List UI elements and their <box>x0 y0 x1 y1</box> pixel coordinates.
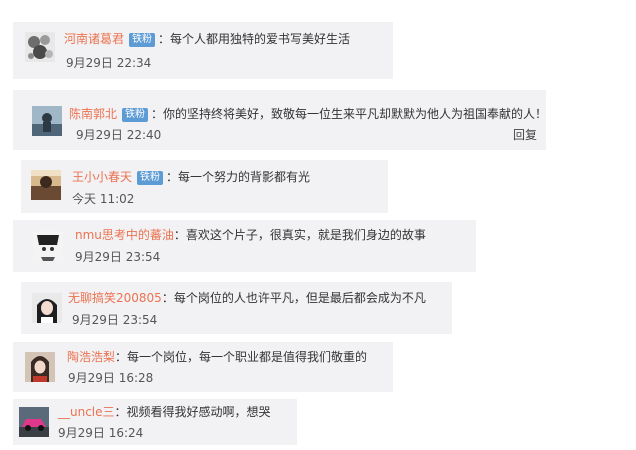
avatar[interactable] <box>33 231 63 261</box>
username-link[interactable]: 王小小春天 <box>72 170 132 184</box>
avatar[interactable] <box>19 407 49 437</box>
avatar[interactable] <box>25 352 55 382</box>
fan-badge[interactable]: 铁粉 <box>122 108 149 122</box>
comment-line: __uncle三：视频看得我好感动啊，想哭 <box>58 404 271 420</box>
avatar-silhouette-icon <box>32 106 62 136</box>
username-link[interactable]: nmu思考中的蕃油 <box>75 228 174 242</box>
comment-time: 9月29日 16:28 <box>68 371 154 385</box>
username-link[interactable]: __uncle三 <box>58 405 115 419</box>
avatar-floral-icon <box>25 32 55 62</box>
avatar-manga-icon <box>33 231 63 261</box>
comment-card: 陈南郭北 铁粉 ：你的坚持终将美好，致敬每一位生来平凡却默默为他人为祖国奉献的人！ … <box>13 90 547 150</box>
avatar-portrait-icon <box>25 352 55 382</box>
avatar-car-icon <box>19 407 49 437</box>
colon: ： <box>151 107 164 121</box>
username-link[interactable]: 河南诸葛君 <box>64 32 124 46</box>
comment-time: 9月29日 22:34 <box>66 56 152 70</box>
comment-line: nmu思考中的蕃油：喜欢这个片子，很真实，就是我们身边的故事 <box>75 227 426 243</box>
fan-badge[interactable]: 铁粉 <box>129 33 156 47</box>
colon: ： <box>161 291 174 305</box>
colon: ： <box>166 170 179 184</box>
avatar[interactable] <box>32 293 62 323</box>
comment-text: 每一个努力的背影都有光 <box>178 170 311 184</box>
comment-line: 陈南郭北 铁粉 ：你的坚持终将美好，致敬每一位生来平凡却默默为他人为祖国奉献的人！ <box>69 106 547 122</box>
username-link[interactable]: 无聊搞笑200805 <box>68 291 162 305</box>
avatar[interactable] <box>32 106 62 136</box>
avatar[interactable] <box>31 170 61 200</box>
comment-time: 9月29日 22:40 <box>76 128 162 142</box>
comment-time: 9月29日 16:24 <box>58 426 144 440</box>
comment-text: 每个岗位的人也许平凡，但是最后都会成为不凡 <box>173 291 426 305</box>
avatar-photo-icon <box>31 170 61 200</box>
avatar[interactable] <box>25 32 55 62</box>
avatar-girl-icon <box>32 293 62 323</box>
colon: ： <box>115 350 128 364</box>
username-link[interactable]: 陈南郭北 <box>69 107 117 121</box>
comment-time: 今天 11:02 <box>72 192 135 206</box>
comment-card: 河南诸葛君 铁粉 ：每个人都用独特的爱书写美好生活 9月29日 22:34 <box>13 22 393 79</box>
comment-line: 河南诸葛君 铁粉 ：每个人都用独特的爱书写美好生活 <box>64 31 350 47</box>
colon: ： <box>158 32 171 46</box>
comment-card: __uncle三：视频看得我好感动啊，想哭 9月29日 16:24 <box>13 399 297 445</box>
comment-card: nmu思考中的蕃油：喜欢这个片子，很真实，就是我们身边的故事 9月29日 23:… <box>13 220 476 272</box>
comment-line: 陶浩浩梨：每一个岗位，每一个职业都是值得我们敬重的 <box>67 349 367 365</box>
username-link[interactable]: 陶浩浩梨 <box>67 350 115 364</box>
comment-line: 无聊搞笑200805：每个岗位的人也许平凡，但是最后都会成为不凡 <box>68 290 426 306</box>
comment-line: 王小小春天 铁粉 ：每一个努力的背影都有光 <box>72 169 310 185</box>
comment-card: 无聊搞笑200805：每个岗位的人也许平凡，但是最后都会成为不凡 9月29日 2… <box>21 282 452 334</box>
comment-time: 9月29日 23:54 <box>75 250 161 264</box>
comment-text: 喜欢这个片子，很真实，就是我们身边的故事 <box>185 228 426 242</box>
comment-text: 每个人都用独特的爱书写美好生活 <box>170 32 351 46</box>
comment-card: 陶浩浩梨：每一个岗位，每一个职业都是值得我们敬重的 9月29日 16:28 <box>13 342 393 392</box>
comment-text: 你的坚持终将美好，致敬每一位生来平凡却默默为他人为祖国奉献的人！ <box>163 107 548 121</box>
colon: ： <box>114 405 127 419</box>
comment-card: 王小小春天 铁粉 ：每一个努力的背影都有光 今天 11:02 <box>21 160 388 213</box>
colon: ： <box>173 228 186 242</box>
comment-text: 视频看得我好感动啊，想哭 <box>126 405 271 419</box>
comment-text: 每一个岗位，每一个职业都是值得我们敬重的 <box>127 350 368 364</box>
comment-time: 9月29日 23:54 <box>72 313 158 327</box>
fan-badge[interactable]: 铁粉 <box>137 171 164 185</box>
reply-button[interactable]: 回复 <box>513 128 537 142</box>
